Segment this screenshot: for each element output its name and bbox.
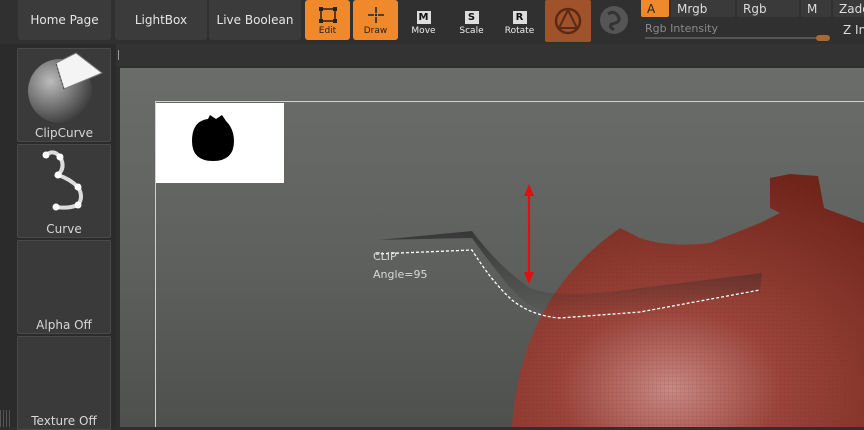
texture-swatch-button[interactable] (597, 3, 631, 37)
texture-slot[interactable]: Texture Off (17, 336, 111, 430)
live-boolean-button[interactable]: Live Boolean (209, 0, 301, 40)
home-page-button[interactable]: Home Page (18, 0, 111, 40)
rgb-intensity-label: Rgb Intensity (645, 22, 718, 35)
move-icon: M (416, 11, 431, 24)
edit-tool-button[interactable]: Edit (305, 0, 350, 40)
scale-icon: S (464, 11, 479, 24)
rgb-intensity-slider-track[interactable] (645, 37, 830, 39)
edit-icon (318, 7, 337, 23)
rotate-tool-button[interactable]: R Rotate (497, 0, 542, 40)
curve-icon (42, 150, 83, 211)
material-swatch-button[interactable] (545, 0, 591, 42)
clip-label: CLIP (373, 250, 397, 263)
thumbnail-silhouette (192, 115, 234, 161)
a-mode-toggle[interactable]: A (641, 0, 669, 17)
draw-tool-button[interactable]: Draw (353, 0, 398, 40)
draw-icon (367, 7, 384, 23)
rotate-label: Rotate (504, 26, 535, 36)
lightbox-button[interactable]: LightBox (115, 0, 207, 40)
rotate-icon: R (512, 11, 527, 24)
rgb-intensity-slider-handle[interactable] (816, 35, 830, 41)
shelf-grip-handle[interactable] (0, 410, 10, 427)
mrgb-toggle[interactable]: Mrgb (671, 0, 735, 17)
canvas-ruler (116, 44, 864, 66)
material-sphere-icon (554, 7, 582, 35)
z-intensity-label[interactable]: Z In (843, 23, 864, 37)
left-shelf: ClipCurve Curve Alpha Off Texture Off (0, 44, 116, 430)
clipcurve-label: ClipCurve (34, 126, 94, 140)
move-tool-button[interactable]: M Move (401, 0, 446, 40)
alpha-off-label: Alpha Off (36, 318, 92, 332)
clipcurve-brush-slot[interactable]: ClipCurve (17, 48, 111, 142)
move-label: Move (411, 26, 436, 36)
alpha-slot[interactable]: Alpha Off (17, 240, 111, 334)
scale-label: Scale (459, 26, 484, 36)
texture-off-label: Texture Off (31, 414, 97, 428)
thumbnail-preview[interactable] (156, 103, 284, 183)
scale-tool-button[interactable]: S Scale (449, 0, 494, 40)
sphere-icon (600, 6, 628, 34)
rgb-toggle[interactable]: Rgb (737, 0, 799, 17)
canvas-frame-top (155, 101, 864, 102)
zadd-toggle[interactable]: Zadd (833, 0, 864, 17)
curve-label: Curve (46, 222, 82, 236)
m-toggle[interactable]: M (801, 0, 831, 17)
curve-stroke-slot[interactable]: Curve (17, 144, 111, 238)
draw-label: Draw (363, 26, 388, 36)
clipcurve-icon (28, 52, 103, 123)
top-toolbar: Home Page LightBox Live Boolean Edit Dra… (0, 0, 864, 44)
edit-label: Edit (318, 26, 337, 36)
angle-label: Angle=95 (373, 268, 428, 281)
